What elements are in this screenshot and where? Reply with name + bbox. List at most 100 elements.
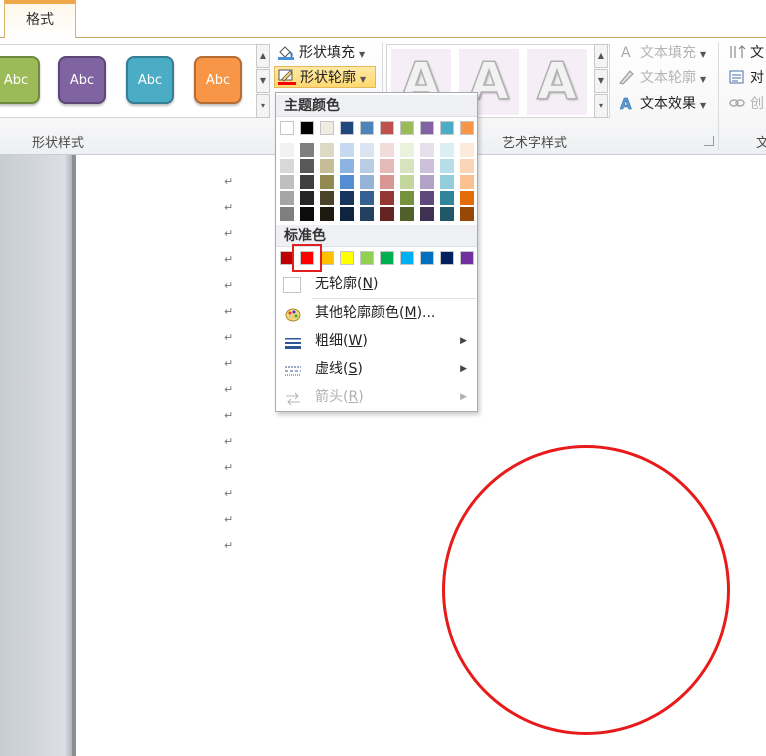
- theme-shade-swatch[interactable]: [460, 207, 474, 222]
- text-group-label: 文: [756, 136, 766, 151]
- standard-color-swatch[interactable]: [360, 251, 374, 265]
- theme-shade-swatch[interactable]: [320, 175, 334, 190]
- theme-shade-swatch[interactable]: [320, 191, 334, 206]
- theme-shade-swatch[interactable]: [400, 175, 414, 190]
- paint-bucket-icon: [277, 44, 295, 60]
- theme-shade-swatch[interactable]: [420, 207, 434, 222]
- create-link-button[interactable]: 创: [728, 93, 764, 115]
- theme-shade-swatch[interactable]: [380, 191, 394, 206]
- standard-color-swatch[interactable]: [460, 251, 474, 265]
- theme-shade-swatch[interactable]: [340, 143, 354, 158]
- theme-shade-swatch[interactable]: [400, 191, 414, 206]
- align-text-button[interactable]: 对: [728, 67, 764, 89]
- theme-color-swatch[interactable]: [340, 121, 354, 135]
- more-outline-colors-item[interactable]: 其他轮廓颜色(M)...: [277, 299, 477, 327]
- theme-shade-swatch[interactable]: [420, 143, 434, 158]
- shape-fill-button[interactable]: 形状填充 ▼: [277, 42, 375, 64]
- weight-menu-item[interactable]: 粗细(W) ▶: [277, 327, 477, 355]
- text-direction-button[interactable]: 文: [728, 42, 764, 64]
- theme-shade-swatch[interactable]: [360, 159, 374, 174]
- theme-shade-swatch[interactable]: [300, 207, 314, 222]
- theme-color-swatch[interactable]: [380, 121, 394, 135]
- theme-color-swatch[interactable]: [400, 121, 414, 135]
- wordart-scroll-down[interactable]: ▼: [594, 69, 608, 93]
- theme-shade-swatch[interactable]: [460, 191, 474, 206]
- theme-shade-swatch[interactable]: [420, 159, 434, 174]
- arrows-menu-item[interactable]: 箭头(R) ▶: [277, 383, 477, 411]
- standard-color-swatch[interactable]: [400, 251, 414, 265]
- theme-shade-swatch[interactable]: [360, 207, 374, 222]
- theme-shade-swatch[interactable]: [340, 191, 354, 206]
- theme-shade-swatch[interactable]: [440, 175, 454, 190]
- theme-color-swatch[interactable]: [440, 121, 454, 135]
- shape-style-preset[interactable]: Abc: [0, 56, 40, 104]
- theme-shade-swatch[interactable]: [320, 143, 334, 158]
- theme-shade-swatch[interactable]: [420, 175, 434, 190]
- theme-shade-swatch[interactable]: [280, 175, 294, 190]
- wordart-style-3[interactable]: A: [527, 49, 587, 115]
- theme-shade-swatch[interactable]: [440, 143, 454, 158]
- no-outline-item[interactable]: 无轮廓(N): [277, 270, 477, 298]
- gallery-scroll-down[interactable]: ▼: [256, 69, 270, 93]
- standard-color-swatch[interactable]: [380, 251, 394, 265]
- theme-shade-swatch[interactable]: [400, 159, 414, 174]
- paragraph-mark: ↵: [224, 227, 234, 240]
- theme-shade-swatch[interactable]: [420, 191, 434, 206]
- shape-outline-button[interactable]: 形状轮廓 ▼: [274, 66, 376, 88]
- theme-shade-swatch[interactable]: [360, 175, 374, 190]
- theme-shade-swatch[interactable]: [380, 207, 394, 222]
- theme-shade-swatch[interactable]: [320, 207, 334, 222]
- theme-shade-swatch[interactable]: [340, 159, 354, 174]
- theme-shade-swatch[interactable]: [300, 191, 314, 206]
- theme-shade-swatch[interactable]: [380, 175, 394, 190]
- theme-shade-swatch[interactable]: [340, 175, 354, 190]
- gallery-scroll-up[interactable]: ▲: [256, 44, 270, 68]
- theme-shade-swatch[interactable]: [300, 175, 314, 190]
- standard-color-swatch[interactable]: [320, 251, 334, 265]
- paragraph-mark: ↵: [224, 383, 234, 396]
- theme-color-swatch[interactable]: [460, 121, 474, 135]
- text-outline-button[interactable]: 文本轮廓 ▼: [618, 67, 706, 89]
- standard-color-swatch[interactable]: [340, 251, 354, 265]
- shape-style-preset[interactable]: Abc: [194, 56, 242, 104]
- paragraph-mark: ↵: [224, 513, 234, 526]
- theme-shade-swatch[interactable]: [340, 207, 354, 222]
- theme-color-swatch[interactable]: [360, 121, 374, 135]
- theme-shade-swatch[interactable]: [300, 143, 314, 158]
- theme-shade-swatch[interactable]: [280, 159, 294, 174]
- shape-style-preset[interactable]: Abc: [126, 56, 174, 104]
- wordart-dialog-launcher[interactable]: [704, 136, 714, 146]
- theme-shade-swatch[interactable]: [380, 159, 394, 174]
- theme-shade-swatch[interactable]: [360, 143, 374, 158]
- theme-shade-swatch[interactable]: [440, 159, 454, 174]
- theme-color-swatch[interactable]: [280, 121, 294, 135]
- theme-color-swatch[interactable]: [320, 121, 334, 135]
- wordart-scroll-up[interactable]: ▲: [594, 44, 608, 68]
- theme-color-swatch[interactable]: [420, 121, 434, 135]
- dashes-menu-item[interactable]: 虚线(S) ▶: [277, 355, 477, 383]
- theme-shade-swatch[interactable]: [400, 143, 414, 158]
- theme-shade-swatch[interactable]: [460, 159, 474, 174]
- circle-shape[interactable]: [442, 445, 730, 735]
- theme-shade-swatch[interactable]: [440, 207, 454, 222]
- text-effects-button[interactable]: A 文本效果 ▼: [618, 93, 706, 115]
- theme-shade-swatch[interactable]: [460, 143, 474, 158]
- standard-color-swatch[interactable]: [420, 251, 434, 265]
- theme-color-swatch[interactable]: [300, 121, 314, 135]
- theme-shade-swatch[interactable]: [360, 191, 374, 206]
- standard-color-swatch[interactable]: [440, 251, 454, 265]
- shape-style-preset[interactable]: Abc: [58, 56, 106, 104]
- theme-shade-swatch[interactable]: [320, 159, 334, 174]
- theme-shade-swatch[interactable]: [280, 143, 294, 158]
- text-fill-button[interactable]: A 文本填充 ▼: [618, 42, 706, 64]
- theme-shade-swatch[interactable]: [400, 207, 414, 222]
- theme-shade-swatch[interactable]: [380, 143, 394, 158]
- theme-shade-swatch[interactable]: [300, 159, 314, 174]
- gallery-more-button[interactable]: ▾: [256, 94, 270, 118]
- theme-shade-swatch[interactable]: [280, 191, 294, 206]
- tab-format[interactable]: 格式: [4, 0, 76, 39]
- wordart-more-button[interactable]: ▾: [594, 94, 608, 118]
- theme-shade-swatch[interactable]: [460, 175, 474, 190]
- theme-shade-swatch[interactable]: [440, 191, 454, 206]
- theme-shade-swatch[interactable]: [280, 207, 294, 222]
